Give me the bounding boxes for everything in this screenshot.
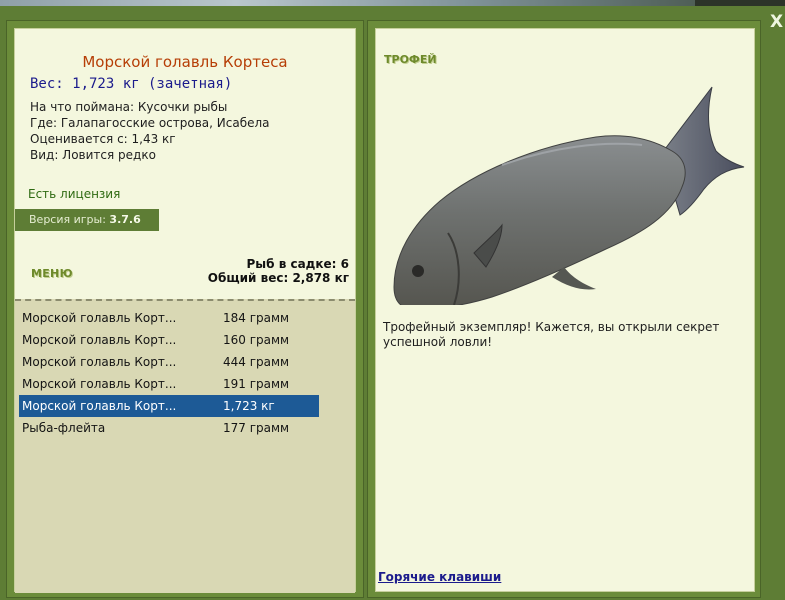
menu-button[interactable]: МЕНЮ — [31, 267, 73, 280]
value-info: Оценивается с: 1,43 кг — [30, 132, 176, 146]
hotkeys-link[interactable]: Горячие клавиши — [378, 570, 501, 584]
catch-list: Морской голавль Корт... 184 грамм Морской… — [15, 299, 355, 593]
catch-weight: 177 грамм — [223, 421, 290, 435]
fish-image — [393, 86, 745, 305]
top-strip-dark — [695, 0, 785, 6]
catch-weight: 191 грамм — [223, 377, 290, 391]
fish-weight: Вес: 1,723 кг (зачетная) — [30, 76, 233, 92]
fish-title: Морской голавль Кортеса — [82, 53, 288, 71]
catch-weight: 160 грамм — [223, 333, 290, 347]
fish-eye — [412, 265, 424, 277]
list-item[interactable]: Морской голавль Корт... 160 грамм — [19, 329, 319, 351]
list-item-selected[interactable]: Морской голавль Корт... 1,723 кг — [19, 395, 319, 417]
top-strip — [0, 0, 785, 6]
trophy-panel: ТРОФЕЙ Трофейный экземпляр! Кажется, вы … — [375, 28, 755, 592]
fish-info-panel: Морской голавль Кортеса Вес: 1,723 кг (з… — [14, 28, 356, 593]
list-item[interactable]: Рыба-флейта 177 грамм — [19, 417, 319, 439]
version-value: 3.7.6 — [109, 213, 141, 226]
close-button[interactable]: X — [770, 13, 785, 31]
catch-name: Морской голавль Корт... — [22, 333, 177, 347]
location-info: Где: Галапагосские острова, Исабела — [30, 116, 270, 130]
catch-weight: 1,723 кг — [223, 399, 275, 413]
catch-weight: 444 грамм — [223, 355, 290, 369]
keepnet-total-weight: Общий вес: 2,878 кг — [207, 271, 349, 285]
list-item[interactable]: Морской голавль Корт... 191 грамм — [19, 373, 319, 395]
catch-name: Морской голавль Корт... — [22, 355, 177, 369]
bait-info: На что поймана: Кусочки рыбы — [30, 100, 228, 114]
keepnet-count: Рыб в садке: 6 — [246, 257, 350, 271]
version-label: Версия игры: — [29, 213, 106, 226]
list-item[interactable]: Морской голавль Корт... 184 грамм — [19, 307, 319, 329]
catch-name: Морской голавль Корт... — [22, 399, 177, 413]
license-status: Есть лицензия — [28, 187, 121, 201]
catch-name: Морской голавль Корт... — [22, 311, 177, 325]
catch-name: Морской голавль Корт... — [22, 377, 177, 391]
catch-name: Рыба-флейта — [22, 421, 106, 435]
catch-weight: 184 грамм — [223, 311, 290, 325]
trophy-description: Трофейный экземпляр! Кажется, вы открыли… — [383, 320, 720, 349]
list-item[interactable]: Морской голавль Корт... 444 грамм — [19, 351, 319, 373]
fish-body — [393, 135, 686, 305]
version-badge: Версия игры: 3.7.6 — [15, 209, 159, 231]
rarity-info: Вид: Ловится редко — [30, 148, 156, 162]
